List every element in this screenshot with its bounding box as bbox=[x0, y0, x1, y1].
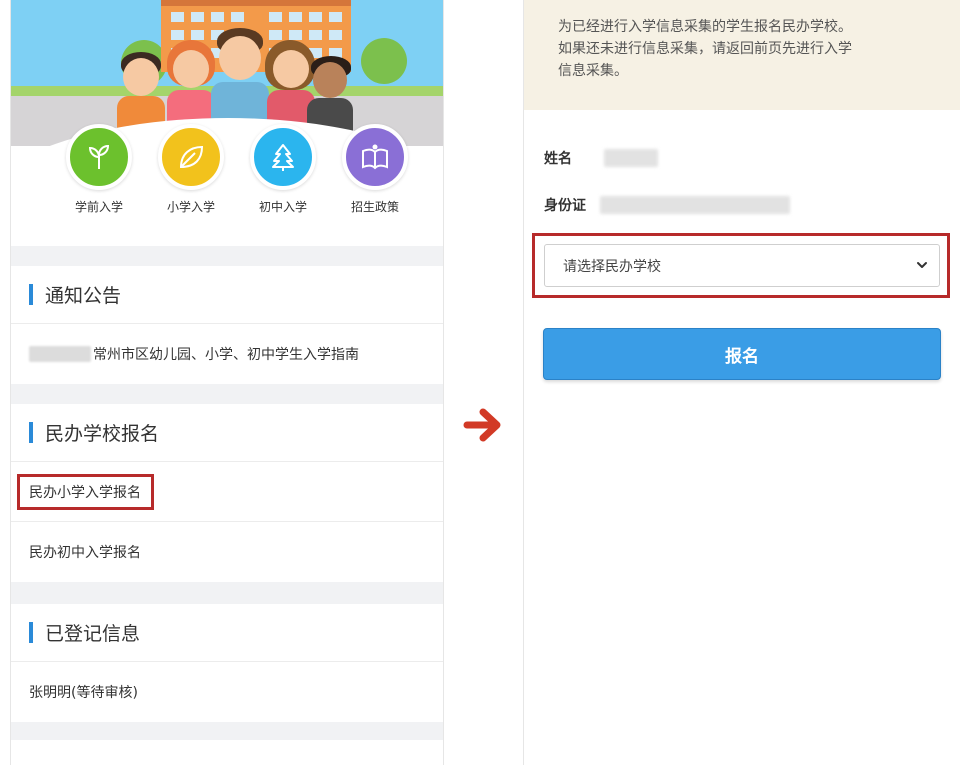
private-junior-item[interactable]: 民办初中入学报名 bbox=[11, 522, 443, 582]
tree-icon bbox=[250, 124, 316, 190]
section-header: 民办学校报名 bbox=[11, 404, 443, 462]
notice-line: 信息采集。 bbox=[558, 63, 628, 79]
private-primary-item[interactable]: 民办小学入学报名 bbox=[11, 462, 443, 522]
private-school-section: 民办学校报名 民办小学入学报名 民办初中入学报名 bbox=[11, 404, 443, 582]
submit-button[interactable]: 报名 bbox=[543, 328, 941, 380]
info-notice: 为已经进行入学信息采集的学生报名民办学校。 如果还未进行信息采集，请返回前页先进… bbox=[524, 0, 960, 110]
category-junior[interactable]: 初中入学 bbox=[243, 124, 323, 215]
category-label: 小学入学 bbox=[166, 200, 215, 214]
notice-item-text: 常州市区幼儿园、小学、初中学生入学指南 bbox=[93, 347, 359, 363]
category-label: 学前入学 bbox=[74, 200, 123, 214]
section-title: 已登记信息 bbox=[45, 623, 141, 645]
name-field: 姓名 bbox=[544, 148, 658, 168]
section-header: 通知公告 bbox=[11, 266, 443, 324]
category-primary[interactable]: 小学入学 bbox=[151, 124, 231, 215]
tree-decoration bbox=[361, 38, 407, 84]
school-select-placeholder: 请选择民办学校 bbox=[563, 258, 661, 275]
name-label: 姓名 bbox=[544, 151, 572, 167]
next-section-edge bbox=[11, 740, 443, 765]
arrow-right-icon bbox=[463, 408, 501, 442]
private-junior-link[interactable]: 民办初中入学报名 bbox=[29, 542, 141, 562]
highlight-box: 民办小学入学报名 bbox=[17, 473, 154, 510]
chevron-down-icon bbox=[917, 262, 927, 268]
id-value-redacted bbox=[600, 196, 790, 214]
notice-line: 如果还未进行信息采集，请返回前页先进行入学 bbox=[558, 41, 852, 57]
notice-line: 为已经进行入学信息采集的学生报名民办学校。 bbox=[558, 19, 852, 35]
category-preschool[interactable]: 学前入学 bbox=[59, 124, 139, 215]
school-select[interactable]: 请选择民办学校 bbox=[544, 244, 940, 287]
registered-item[interactable]: 张明明(等待审核) bbox=[11, 662, 443, 722]
id-field: 身份证 bbox=[544, 195, 790, 215]
category-label: 初中入学 bbox=[258, 200, 307, 214]
notice-item[interactable]: 常州市区幼儿园、小学、初中学生入学指南 bbox=[11, 324, 443, 384]
highlight-box: 请选择民办学校 bbox=[532, 233, 950, 298]
section-header: 已登记信息 bbox=[11, 604, 443, 662]
sprout-icon bbox=[66, 124, 132, 190]
name-value-redacted bbox=[604, 149, 658, 167]
private-primary-link[interactable]: 民办小学入学报名 bbox=[29, 485, 141, 501]
registered-section: 已登记信息 张明明(等待审核) bbox=[11, 604, 443, 722]
leaf-icon bbox=[158, 124, 224, 190]
home-screen: 学前入学 小学入学 初中入学 招生政策 通知公告 常州市区幼儿园、小学、初中学生… bbox=[10, 0, 444, 765]
banner: 学前入学 小学入学 初中入学 招生政策 bbox=[11, 0, 443, 246]
notice-section: 通知公告 常州市区幼儿园、小学、初中学生入学指南 bbox=[11, 266, 443, 384]
enrollment-form-screen: 为已经进行入学信息采集的学生报名民办学校。 如果还未进行信息采集，请返回前页先进… bbox=[523, 0, 960, 765]
category-menu: 学前入学 小学入学 初中入学 招生政策 bbox=[11, 124, 443, 224]
redacted-text bbox=[29, 346, 91, 362]
section-title: 民办学校报名 bbox=[45, 423, 160, 445]
section-title: 通知公告 bbox=[45, 285, 122, 307]
book-icon bbox=[342, 124, 408, 190]
category-policy[interactable]: 招生政策 bbox=[335, 124, 415, 215]
id-label: 身份证 bbox=[544, 198, 586, 214]
category-label: 招生政策 bbox=[350, 200, 399, 214]
registered-item-text: 张明明(等待审核) bbox=[29, 685, 138, 701]
